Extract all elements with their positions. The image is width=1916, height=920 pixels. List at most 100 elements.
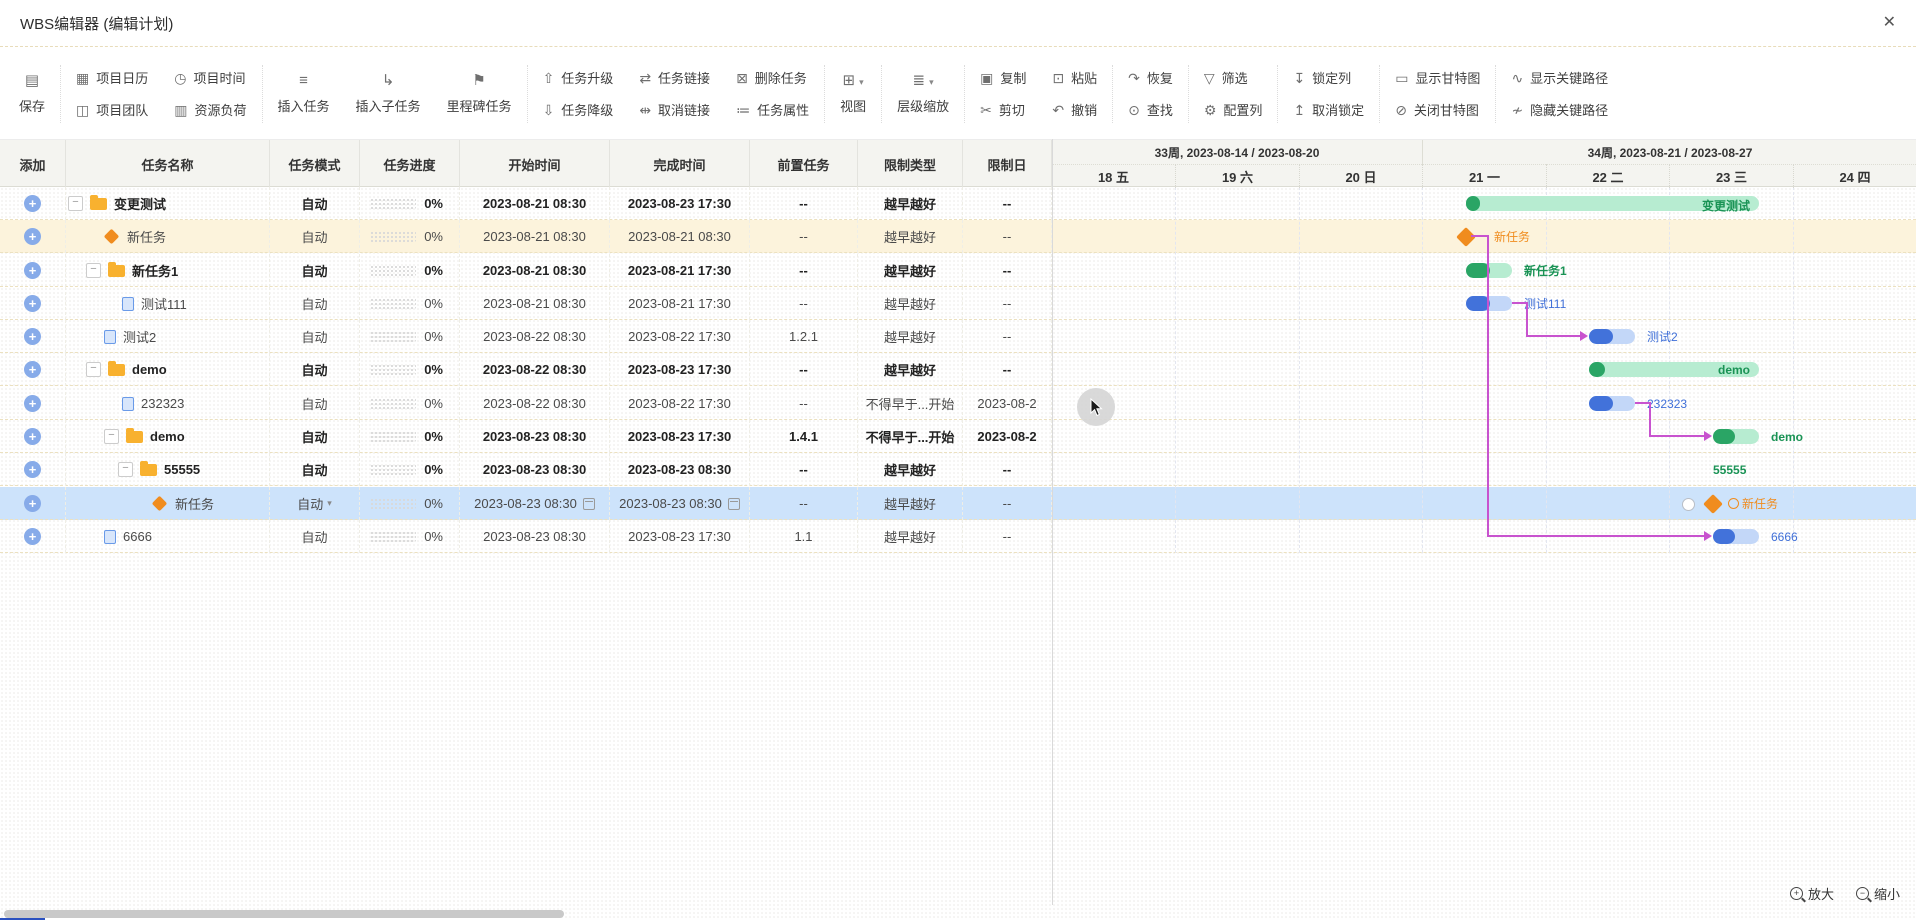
collapse-toggle[interactable]: − bbox=[86, 263, 101, 278]
day-gridline bbox=[1793, 187, 1794, 553]
gantt-bar-task[interactable] bbox=[1589, 396, 1635, 411]
redo-button[interactable]: ↷恢复 bbox=[1128, 68, 1173, 87]
view-button[interactable]: ⊞▾ 视图 bbox=[827, 73, 879, 115]
end-date-picker[interactable]: 2023-08-23 08:30 bbox=[610, 487, 750, 520]
find-button[interactable]: ⊙查找 bbox=[1128, 100, 1173, 119]
task-link-button[interactable]: ⇄任务链接 bbox=[639, 68, 710, 87]
divider bbox=[262, 65, 263, 123]
end-cell: 2023-08-21 08:30 bbox=[610, 220, 750, 253]
calendar-picker-icon[interactable] bbox=[728, 498, 740, 510]
add-task-button[interactable]: + bbox=[24, 295, 41, 312]
copy-button[interactable]: ▣复制 bbox=[980, 68, 1026, 87]
progress-bar bbox=[370, 531, 416, 542]
gantt-bar-summary[interactable] bbox=[1466, 263, 1512, 278]
table-row[interactable]: + 6666 自动 0% 2023-08-23 08:30 2023-08-23… bbox=[0, 520, 1052, 553]
paste-button[interactable]: ⊡粘贴 bbox=[1052, 68, 1097, 87]
add-task-button[interactable]: + bbox=[24, 428, 41, 445]
delete-task-button[interactable]: ⊠删除任务 bbox=[736, 68, 809, 87]
add-task-button[interactable]: + bbox=[24, 328, 41, 345]
pin-icon: ↧ bbox=[1293, 71, 1305, 85]
insert-subtask-button[interactable]: ↳ 插入子任务 bbox=[343, 73, 434, 115]
progress-cell: 0% bbox=[360, 320, 460, 353]
divider bbox=[881, 65, 882, 123]
start-date-picker[interactable]: 2023-08-23 08:30 bbox=[460, 487, 610, 520]
lock-column-button[interactable]: ↧锁定列 bbox=[1293, 68, 1364, 87]
save-button[interactable]: ▤ 保存 bbox=[6, 73, 58, 115]
task-attrs-button[interactable]: ≔任务属性 bbox=[736, 100, 809, 119]
task-downgrade-button[interactable]: ⇩任务降级 bbox=[543, 100, 614, 119]
horizontal-scrollbar[interactable] bbox=[4, 910, 564, 918]
add-task-button[interactable]: + bbox=[24, 495, 41, 512]
resource-load-button[interactable]: ▥资源负荷 bbox=[174, 100, 246, 119]
mode-select[interactable]: 自动▾ bbox=[270, 487, 360, 520]
collapse-toggle[interactable]: − bbox=[68, 196, 83, 211]
table-row[interactable]: + 测试2 自动 0% 2023-08-22 08:30 2023-08-22 … bbox=[0, 320, 1052, 353]
table-row[interactable]: + 测试111 自动 0% 2023-08-21 08:30 2023-08-2… bbox=[0, 287, 1052, 320]
collapse-toggle[interactable]: − bbox=[86, 362, 101, 377]
project-team-button[interactable]: ◫项目团队 bbox=[76, 100, 148, 119]
calendar-picker-icon[interactable] bbox=[583, 498, 595, 510]
cut-button[interactable]: ✂剪切 bbox=[980, 100, 1026, 119]
filter-button[interactable]: ▽筛选 bbox=[1204, 68, 1263, 87]
milestone-handle[interactable] bbox=[1682, 498, 1695, 511]
cancel-link-button[interactable]: ⇹取消链接 bbox=[639, 100, 710, 119]
show-gantt-button[interactable]: ▭显示甘特图 bbox=[1395, 68, 1480, 87]
mode-cell: 自动 bbox=[270, 520, 360, 553]
unlock-column-button[interactable]: ↥取消锁定 bbox=[1293, 100, 1364, 119]
hierarchy-zoom-button[interactable]: ≣▾ 层级缩放 bbox=[884, 73, 962, 115]
header-add: 添加 bbox=[0, 140, 66, 188]
table-gantt-splitter[interactable] bbox=[1052, 139, 1053, 905]
zoom-in-button[interactable]: +放大 bbox=[1790, 884, 1834, 903]
gantt-bar-task[interactable] bbox=[1713, 529, 1759, 544]
add-task-button[interactable]: + bbox=[24, 262, 41, 279]
add-task-button[interactable]: + bbox=[24, 528, 41, 545]
collapse-toggle[interactable]: − bbox=[118, 462, 133, 477]
gantt-bar-task[interactable] bbox=[1466, 296, 1512, 311]
cdate-cell: -- bbox=[963, 254, 1052, 287]
project-calendar-button[interactable]: ▦项目日历 bbox=[76, 68, 148, 87]
add-task-button[interactable]: + bbox=[24, 395, 41, 412]
filter-group: ▽筛选 ⚙配置列 bbox=[1191, 68, 1276, 119]
table-row[interactable]: + 232323 自动 0% 2023-08-22 08:30 2023-08-… bbox=[0, 387, 1052, 420]
hide-critical-path-button[interactable]: ≁隐藏关键路径 bbox=[1511, 100, 1608, 119]
table-row-selected[interactable]: + 新任务 自动▾ 0% 2023-08-23 08:30 2023-08-23… bbox=[0, 487, 1052, 520]
show-critical-path-button[interactable]: ∿显示关键路径 bbox=[1511, 68, 1608, 87]
connector-line bbox=[1487, 535, 1705, 537]
zoom-out-button[interactable]: −缩小 bbox=[1856, 884, 1900, 903]
table-row[interactable]: + −demo 自动 0% 2023-08-23 08:30 2023-08-2… bbox=[0, 420, 1052, 453]
cdate-cell: -- bbox=[963, 487, 1052, 520]
critical-path-icon: ∿ bbox=[1511, 71, 1523, 85]
collapse-toggle[interactable]: − bbox=[104, 429, 119, 444]
magnifier-plus-icon: + bbox=[1790, 887, 1803, 900]
add-task-button[interactable]: + bbox=[24, 361, 41, 378]
gantt-bar-summary[interactable]: 变更测试 bbox=[1466, 196, 1759, 211]
start-cell: 2023-08-21 08:30 bbox=[460, 287, 610, 320]
pred-cell: 1.2.1 bbox=[750, 320, 858, 353]
table-row[interactable]: + −55555 自动 0% 2023-08-23 08:30 2023-08-… bbox=[0, 453, 1052, 486]
header-progress: 任务进度 bbox=[360, 140, 460, 188]
day-gridline bbox=[1299, 187, 1300, 553]
table-row[interactable]: + −demo 自动 0% 2023-08-22 08:30 2023-08-2… bbox=[0, 353, 1052, 386]
configure-columns-button[interactable]: ⚙配置列 bbox=[1204, 100, 1263, 119]
cdate-cell: 2023-08-2 bbox=[963, 420, 1052, 453]
task-upgrade-button[interactable]: ⇧任务升级 bbox=[543, 68, 614, 87]
gantt-bar-summary[interactable] bbox=[1713, 429, 1759, 444]
project-time-button[interactable]: ◷项目时间 bbox=[174, 68, 246, 87]
close-gantt-button[interactable]: ⊘关闭甘特图 bbox=[1395, 100, 1480, 119]
table-row[interactable]: + −新任务1 自动 0% 2023-08-21 08:30 2023-08-2… bbox=[0, 254, 1052, 287]
redo-icon: ↷ bbox=[1128, 71, 1140, 85]
undo-button[interactable]: ↶撤销 bbox=[1052, 100, 1097, 119]
edit-group: ▣复制 ✂剪切 ⊡粘贴 ↶撤销 bbox=[967, 68, 1110, 119]
table-row[interactable]: + −变更测试 自动 0% 2023-08-21 08:30 2023-08-2… bbox=[0, 187, 1052, 220]
add-task-button[interactable]: + bbox=[24, 461, 41, 478]
add-task-button[interactable]: + bbox=[24, 195, 41, 212]
pred-cell: 1.1 bbox=[750, 520, 858, 553]
milestone-task-button[interactable]: ⚑ 里程碑任务 bbox=[434, 73, 525, 115]
gantt-bar-summary[interactable]: demo bbox=[1589, 362, 1759, 377]
add-task-button[interactable]: + bbox=[24, 228, 41, 245]
insert-task-button[interactable]: ≡ 插入任务 bbox=[265, 73, 343, 115]
close-icon[interactable]: ✕ bbox=[1883, 15, 1896, 31]
pred-cell: -- bbox=[750, 220, 858, 253]
gantt-bar-task[interactable] bbox=[1589, 329, 1635, 344]
table-row[interactable]: + 新任务 自动 0% 2023-08-21 08:30 2023-08-21 … bbox=[0, 220, 1052, 253]
